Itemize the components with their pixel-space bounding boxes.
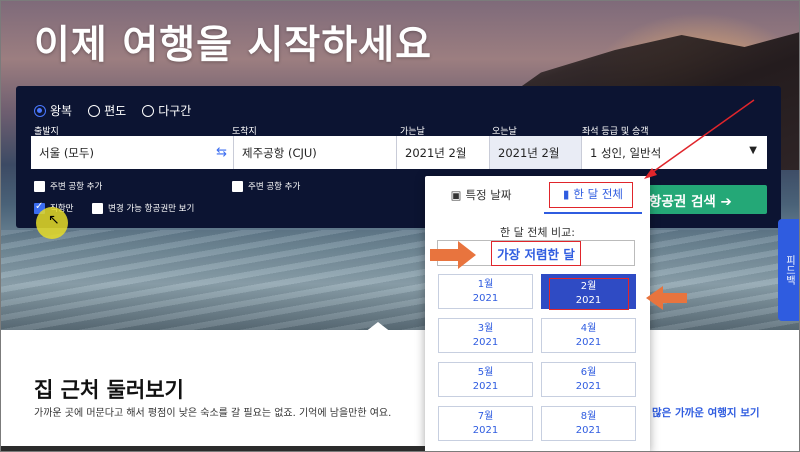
annotation-arrow-right-icon: [430, 241, 476, 269]
nearby-section-text: 가까운 곳에 머문다고 해서 평점이 낮은 숙소를 갈 필요는 없죠. 기억에 …: [34, 408, 392, 419]
month-option-selected[interactable]: 2월 2021: [541, 274, 636, 310]
trip-type-multicity[interactable]: 다구간: [142, 102, 191, 119]
bottom-strip: [0, 446, 425, 452]
tab-specific-dates[interactable]: ▣ 특정 날짜: [425, 176, 537, 214]
depart-date-input[interactable]: 2021년 2월: [397, 136, 490, 169]
month-option[interactable]: 4월 2021: [541, 318, 636, 353]
month-option[interactable]: 6월 2021: [541, 362, 636, 397]
compare-month-label: 한 달 전체 비교:: [500, 226, 575, 239]
nearby-dest-checkbox[interactable]: 주변 공항 추가: [232, 180, 300, 192]
annotation-arrow-left-icon: [646, 286, 687, 310]
date-picker-popup: ▣ 특정 날짜 ▮ 한 달 전체 한 달 전체 비교: 가장 저렴한 달 1월 …: [425, 176, 650, 452]
hero-notch: [360, 322, 396, 336]
annotation-highlight-box: [549, 182, 633, 208]
trip-type-group: 왕복 편도 다구간: [34, 102, 191, 119]
trip-type-roundtrip[interactable]: 왕복: [34, 102, 72, 119]
nearby-section-title: 집 근처 둘러보기: [34, 378, 184, 402]
nearby-more-link[interactable]: 많은 가까운 여행지 보기: [652, 407, 762, 420]
swap-icon[interactable]: ⇆: [216, 145, 227, 160]
radio-selected-icon: [34, 104, 46, 117]
month-option[interactable]: 5월 2021: [438, 362, 533, 397]
checkbox-icon: [232, 180, 243, 192]
page-title: 이제 여행을 시작하세요: [34, 23, 432, 68]
feedback-tab[interactable]: 피드백: [778, 219, 800, 321]
return-date-input[interactable]: 2021년 2월: [490, 136, 582, 169]
checkbox-icon: [92, 202, 103, 214]
hero-waves: [0, 230, 800, 330]
origin-input[interactable]: 서울 (모두) ⇆: [31, 136, 234, 169]
month-option[interactable]: 1월 2021: [438, 274, 533, 309]
trip-type-oneway[interactable]: 편도: [88, 102, 126, 119]
radio-icon: [88, 104, 101, 117]
search-flights-button[interactable]: 항공권 검색 ➔: [646, 185, 767, 214]
month-option[interactable]: 7월 2021: [438, 406, 533, 441]
mouse-pointer-icon: ↖: [48, 212, 60, 228]
calendar-icon: ▣: [450, 188, 462, 202]
nearby-origin-checkbox[interactable]: 주변 공항 추가: [34, 180, 102, 192]
annotation-line-arrow-icon: [644, 99, 755, 179]
checkbox-icon: [34, 180, 45, 192]
month-option[interactable]: 3월 2021: [438, 318, 533, 353]
destination-input[interactable]: 제주공항 (CJU): [234, 136, 397, 169]
flexible-ticket-checkbox[interactable]: 변경 가능 항공권만 보기: [92, 202, 194, 214]
radio-icon: [142, 104, 155, 117]
month-option[interactable]: 8월 2021: [541, 406, 636, 441]
